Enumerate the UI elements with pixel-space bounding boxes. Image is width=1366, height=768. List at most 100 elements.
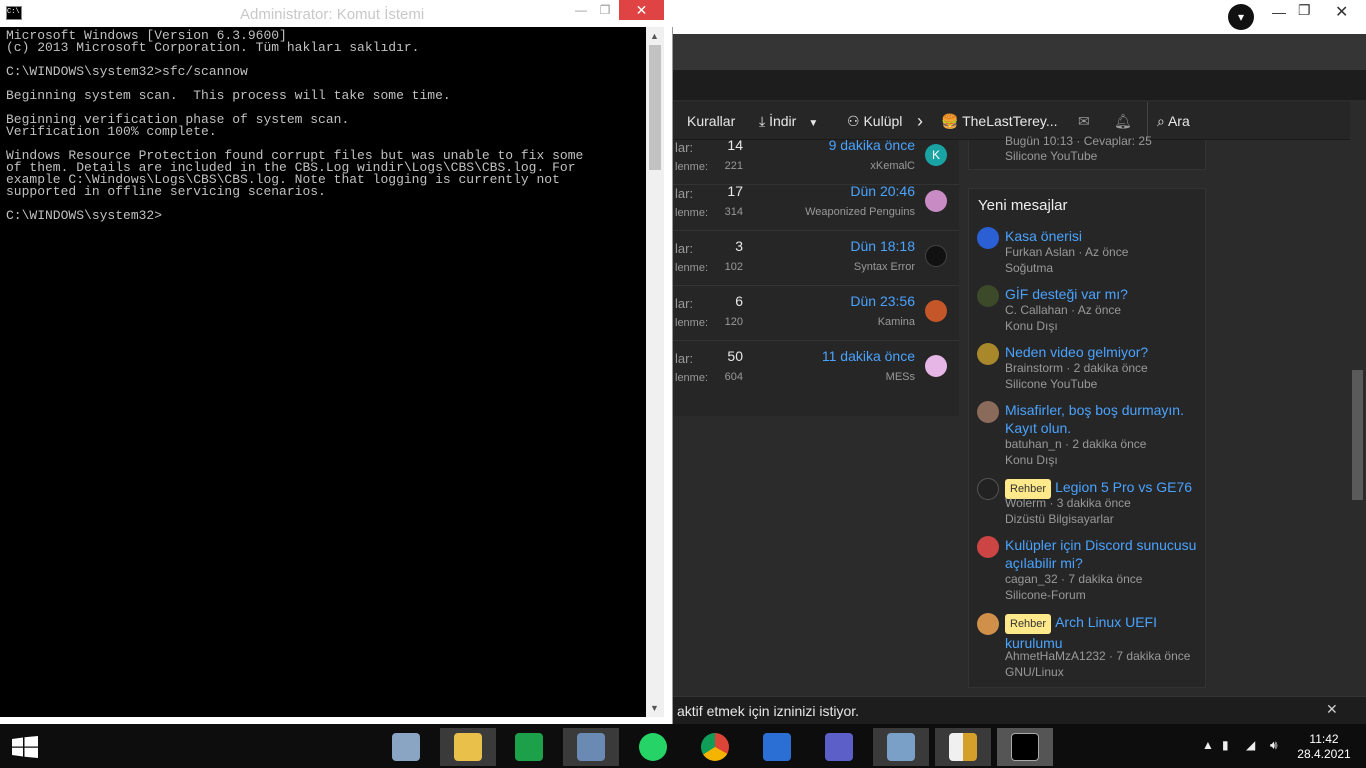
- avatar[interactable]: K: [925, 144, 947, 166]
- taskbar-app[interactable]: [687, 728, 743, 766]
- taskbar-app-cmd[interactable]: [997, 728, 1053, 766]
- table-row[interactable]: lar: 3 lenme: 102 Dün 18:18 Syntax Error: [673, 231, 959, 286]
- message-title[interactable]: Neden video gelmiyor?: [1005, 343, 1200, 361]
- views-count: 604: [724, 371, 743, 383]
- last-post-user[interactable]: xKemalC: [870, 160, 915, 172]
- avatar[interactable]: [977, 285, 999, 307]
- taskbar-app[interactable]: [440, 728, 496, 766]
- taskbar-app[interactable]: [811, 728, 867, 766]
- message-forum[interactable]: Silicone YouTube: [1005, 377, 1097, 391]
- message-forum[interactable]: Soğutma: [1005, 261, 1053, 275]
- avatar[interactable]: [977, 478, 999, 500]
- message-title[interactable]: Legion 5 Pro vs GE76: [1055, 479, 1192, 495]
- close-button[interactable]: ✕: [619, 0, 664, 20]
- taskbar-app[interactable]: [749, 728, 805, 766]
- avatar[interactable]: [925, 245, 947, 267]
- avatar[interactable]: [925, 190, 947, 212]
- list-item[interactable]: Rehber Legion 5 Pro vs GE76 Wolerm · 3 da…: [977, 478, 1202, 526]
- battery-icon[interactable]: ▮: [1222, 738, 1229, 752]
- whatsapp-icon: [639, 733, 667, 761]
- message-forum[interactable]: Konu Dışı: [1005, 319, 1058, 333]
- list-item[interactable]: Kasa önerisi Furkan Aslan · Az önce Soğu…: [977, 227, 1202, 275]
- taskbar-app[interactable]: [873, 728, 929, 766]
- taskbar-app[interactable]: [935, 728, 991, 766]
- last-post-time[interactable]: 11 dakika önce: [822, 348, 915, 364]
- minimize-button[interactable]: —: [570, 0, 592, 20]
- list-item[interactable]: GİF desteği var mı? C. Callahan · Az önc…: [977, 285, 1202, 333]
- taskbar-app[interactable]: [563, 728, 619, 766]
- taskbar-app[interactable]: [625, 728, 681, 766]
- views-count: 314: [724, 206, 743, 218]
- last-post-user[interactable]: MESs: [886, 371, 915, 383]
- cmd-icon: C:\: [6, 6, 22, 20]
- network-icon[interactable]: ◢: [1246, 738, 1255, 752]
- last-post-user[interactable]: Kamina: [878, 316, 915, 328]
- message-meta: Furkan Aslan · Az önce: [1005, 245, 1129, 259]
- replies-count: 6: [735, 293, 743, 309]
- message-forum[interactable]: GNU/Linux: [1005, 665, 1064, 679]
- avatar[interactable]: [977, 343, 999, 365]
- avatar[interactable]: [977, 401, 999, 423]
- list-item[interactable]: Rehber Arch Linux UEFI kurulumu AhmetHaMz…: [977, 613, 1202, 679]
- user-label: TheLastTerey...: [962, 113, 1058, 129]
- close-icon[interactable]: ✕: [1326, 701, 1338, 718]
- table-row[interactable]: lar: 17 lenme: 314 Dün 20:46 Weaponized …: [673, 176, 959, 231]
- console-output[interactable]: Microsoft Windows [Version 6.3.9600] (c) …: [0, 27, 646, 717]
- thread-list: lar: 14 lenme: 221 9 dakika önce xKemalC…: [673, 137, 959, 416]
- message-forum[interactable]: Silicone-Forum: [1005, 588, 1086, 602]
- search-label: Ara: [1167, 113, 1190, 129]
- message-title-wrap[interactable]: Rehber Arch Linux UEFI kurulumu: [1005, 613, 1200, 652]
- nav-search[interactable]: ⌕ Ara: [1157, 102, 1190, 140]
- taskbar-app[interactable]: [378, 728, 434, 766]
- cmd-titlebar[interactable]: C:\ Administrator: Komut İstemi — ❐ ✕: [0, 0, 673, 27]
- message-title[interactable]: Misafirler, boş boş durmayın. Kayıt olun…: [1005, 401, 1200, 437]
- list-item[interactable]: Neden video gelmiyor? Brainstorm · 2 dak…: [977, 343, 1202, 391]
- message-title[interactable]: Kasa önerisi: [1005, 227, 1200, 245]
- message-forum[interactable]: Konu Dışı: [1005, 453, 1058, 467]
- message-title[interactable]: Kulüpler için Discord sunucusu açılabili…: [1005, 536, 1200, 572]
- message-meta: C. Callahan · Az önce: [1005, 303, 1122, 317]
- scrollbar-thumb[interactable]: [649, 45, 661, 170]
- windows-start-icon[interactable]: [12, 736, 38, 758]
- message-forum[interactable]: Dizüstü Bilgisayarlar: [1005, 512, 1114, 526]
- table-row[interactable]: lar: 50 lenme: 604 11 dakika önce MESs: [673, 341, 959, 396]
- last-post-time[interactable]: 9 dakika önce: [829, 137, 915, 153]
- tray-chevron-icon[interactable]: ▲: [1202, 738, 1214, 752]
- post-meta: Bugün 10:13 · Cevaplar: 25: [1005, 134, 1152, 148]
- maximize-button[interactable]: ❐: [594, 0, 616, 20]
- volume-icon[interactable]: 🔊︎: [1270, 738, 1278, 753]
- message-title[interactable]: GİF desteği var mı?: [1005, 285, 1200, 303]
- list-item[interactable]: Kulüpler için Discord sunucusu açılabili…: [977, 536, 1202, 602]
- message-meta: Brainstorm · 2 dakika önce: [1005, 361, 1148, 375]
- last-post-time[interactable]: Dün 18:18: [850, 238, 915, 254]
- clock[interactable]: 11:42 28.4.2021: [1296, 732, 1352, 762]
- avatar[interactable]: [977, 227, 999, 249]
- minimize-button[interactable]: —: [1272, 4, 1286, 20]
- avatar[interactable]: [977, 613, 999, 635]
- taskbar-app[interactable]: [501, 728, 557, 766]
- teams-icon: [825, 733, 853, 761]
- taskbar: ▲ ▮ ◢ 🔊︎ 11:42 28.4.2021: [0, 724, 1366, 768]
- scrollbar-thumb[interactable]: [1352, 370, 1363, 500]
- message-meta: batuhan_n · 2 dakika önce: [1005, 437, 1147, 451]
- replies-label: lar:: [675, 241, 694, 256]
- scroll-up-icon[interactable]: ▲: [650, 31, 659, 41]
- avatar[interactable]: [925, 355, 947, 377]
- avatar[interactable]: [977, 536, 999, 558]
- message-meta: Wolerm · 3 dakika önce: [1005, 496, 1131, 510]
- last-post-time[interactable]: Dün 23:56: [850, 293, 915, 309]
- avatar[interactable]: [925, 300, 947, 322]
- control-panel-icon: [887, 733, 915, 761]
- last-post-time[interactable]: Dün 20:46: [850, 183, 915, 199]
- guide-tag: Rehber: [1005, 614, 1052, 634]
- maximize-button[interactable]: ❐: [1298, 2, 1311, 19]
- last-post-user[interactable]: Syntax Error: [854, 261, 915, 273]
- last-post-user[interactable]: Weaponized Penguins: [805, 206, 915, 218]
- list-item[interactable]: Misafirler, boş boş durmayın. Kayıt olun…: [977, 401, 1202, 467]
- profile-download-icon[interactable]: ▾: [1228, 4, 1254, 30]
- post-forum[interactable]: Silicone YouTube: [1005, 149, 1097, 163]
- views-label: lenme:: [675, 317, 709, 329]
- table-row[interactable]: lar: 6 lenme: 120 Dün 23:56 Kamina: [673, 286, 959, 341]
- scroll-down-icon[interactable]: ▼: [650, 703, 659, 713]
- close-button[interactable]: ✕: [1335, 2, 1348, 22]
